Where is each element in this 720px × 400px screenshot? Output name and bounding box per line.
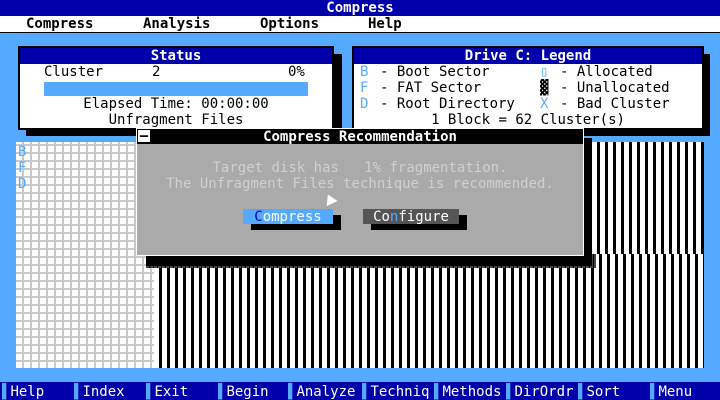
menu-bar: Compress Analysis Options Help bbox=[0, 16, 720, 33]
fkey-dirorder[interactable]: ▌DirOrdr bbox=[506, 384, 573, 400]
legend-unallocated-symbol: ▓ bbox=[540, 80, 549, 96]
disk-map-boot-label: B bbox=[18, 144, 27, 160]
configure-button-label-rest: figure bbox=[398, 209, 449, 225]
menu-help[interactable]: Help bbox=[368, 16, 402, 32]
legend-root-label: - Root Directory bbox=[380, 96, 515, 112]
disk-map-labels: B F D bbox=[18, 144, 26, 192]
fkey-index[interactable]: ▌Index bbox=[74, 384, 125, 400]
legend-fat-symbol: F bbox=[360, 80, 369, 96]
elapsed-time: Elapsed Time: 00:00:00 bbox=[83, 96, 269, 112]
compress-button-hotkey: C bbox=[254, 209, 263, 225]
status-panel: Status Cluster 2 0% Elapsed Time: 00:00:… bbox=[18, 46, 334, 130]
legend-allocated-label: - Allocated bbox=[560, 64, 653, 80]
progress-percent: 0% bbox=[288, 64, 305, 80]
legend-unallocated-label: - Unallocated bbox=[560, 80, 670, 96]
legend-root-symbol: D bbox=[360, 96, 369, 112]
legend-bad-symbol: X bbox=[540, 96, 549, 112]
status-panel-title: Status bbox=[20, 48, 332, 64]
menu-analysis[interactable]: Analysis bbox=[143, 16, 210, 32]
function-key-bar: ▌Help ▌Index ▌Exit ▌Begin ▌Analyze ▌Tech… bbox=[0, 382, 720, 400]
legend-bad-label: - Bad Cluster bbox=[560, 96, 670, 112]
compress-button[interactable]: Compress bbox=[243, 209, 333, 225]
configure-button-label-pre: Co bbox=[373, 209, 390, 225]
legend-boot-label: - Boot Sector bbox=[380, 64, 490, 80]
technique-label: Unfragment Files bbox=[108, 112, 244, 128]
disk-map-root-label: D bbox=[18, 176, 27, 192]
disk-map-unused-area bbox=[16, 142, 154, 368]
fkey-technique[interactable]: ▌Techniq bbox=[362, 384, 429, 400]
recommendation-dialog: Compress Recommendation — Target disk ha… bbox=[136, 128, 584, 256]
cluster-label: Cluster bbox=[44, 64, 104, 80]
fkey-analyze[interactable]: ▌Analyze bbox=[288, 384, 355, 400]
legend-fat-label: - FAT Sector bbox=[380, 80, 482, 96]
menu-options[interactable]: Options bbox=[260, 16, 319, 32]
dialog-close-icon[interactable]: — bbox=[138, 129, 150, 143]
legend-panel-title: Drive C: Legend bbox=[354, 48, 702, 64]
fkey-menu[interactable]: ▌Menu bbox=[650, 384, 692, 400]
fkey-sort[interactable]: ▌Sort bbox=[578, 384, 620, 400]
disk-map-allocated-top bbox=[584, 142, 704, 254]
dialog-message-line2: The Unfragment Files technique is recomm… bbox=[166, 176, 554, 192]
fkey-begin[interactable]: ▌Begin bbox=[218, 384, 269, 400]
block-info: 1 Block = 62 Cluster(s) bbox=[431, 112, 625, 128]
legend-allocated-symbol: ▯ bbox=[540, 64, 549, 80]
progress-bar bbox=[44, 82, 308, 96]
fkey-help[interactable]: ▌Help bbox=[2, 384, 44, 400]
legend-panel: Drive C: Legend B - Boot Sector F - FAT … bbox=[352, 46, 704, 130]
configure-button[interactable]: Configure bbox=[363, 209, 459, 225]
disk-map-fat-label: F bbox=[18, 160, 27, 176]
cluster-value: 2 bbox=[152, 64, 161, 80]
compress-button-label: ompress bbox=[262, 209, 322, 225]
fkey-exit[interactable]: ▌Exit bbox=[146, 384, 188, 400]
legend-boot-symbol: B bbox=[360, 64, 369, 80]
dialog-title: Compress Recommendation bbox=[137, 129, 583, 145]
fkey-methods[interactable]: ▌Methods bbox=[434, 384, 501, 400]
app-title: Compress bbox=[326, 0, 394, 16]
menu-compress[interactable]: Compress bbox=[26, 16, 93, 32]
disk-map-allocated-area bbox=[154, 254, 704, 368]
dialog-message-line1: Target disk has 1% fragmentation. bbox=[212, 160, 508, 176]
app-title-bar: Compress bbox=[0, 0, 720, 16]
